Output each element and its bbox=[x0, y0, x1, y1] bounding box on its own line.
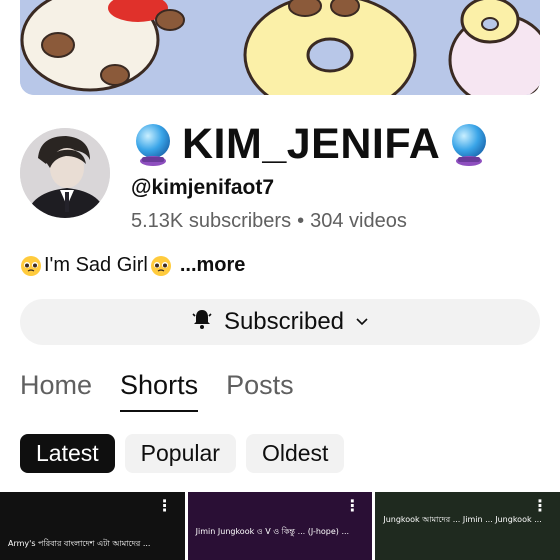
tab-posts[interactable]: Posts bbox=[226, 366, 294, 414]
subscribed-label: Subscribed bbox=[223, 308, 345, 335]
more-link[interactable]: ...more bbox=[180, 254, 246, 277]
chip-popular[interactable]: Popular bbox=[124, 434, 236, 473]
more-options-icon[interactable]: ⋮ bbox=[157, 499, 173, 515]
subscriber-count: 5.13K subscribers bbox=[131, 210, 292, 232]
shorts-grid: ⋮ Army's পরিবার বাংলাদেশ এটা আমাদের ... … bbox=[0, 492, 560, 560]
pleading-face-icon bbox=[20, 255, 42, 277]
channel-name: KIM_JENIFA bbox=[182, 119, 441, 168]
chevron-down-icon bbox=[354, 308, 370, 336]
channel-description[interactable]: I'm Sad Girl ...more bbox=[20, 254, 245, 277]
crystal-ball-icon bbox=[446, 121, 492, 167]
tab-shorts[interactable]: Shorts bbox=[120, 366, 199, 414]
channel-banner bbox=[20, 0, 540, 95]
channel-tabs: Home Shorts Posts bbox=[20, 366, 294, 416]
chip-oldest[interactable]: Oldest bbox=[245, 434, 345, 473]
channel-handle: @kimjenifaot7 bbox=[131, 176, 275, 199]
more-options-icon[interactable]: ⋮ bbox=[344, 499, 360, 515]
subscribed-button[interactable]: Subscribed bbox=[20, 299, 540, 345]
short-caption: Army's পরিবার বাংলাদেশ এটা আমাদের ... bbox=[8, 539, 151, 548]
bell-icon bbox=[190, 307, 214, 338]
short-thumbnail[interactable]: ⋮ Jimin Jungkook ও V ও কিন্তু ... (J-hop… bbox=[187, 492, 373, 560]
stats-separator: • bbox=[297, 210, 305, 232]
pleading-face-icon bbox=[150, 255, 172, 277]
more-options-icon[interactable]: ⋮ bbox=[532, 499, 548, 515]
channel-avatar[interactable] bbox=[20, 128, 110, 218]
chip-latest[interactable]: Latest bbox=[20, 434, 115, 473]
tab-home[interactable]: Home bbox=[20, 366, 92, 414]
channel-stats: 5.13K subscribers • 304 videos bbox=[131, 210, 407, 233]
crystal-ball-icon bbox=[130, 121, 176, 167]
sort-chips: Latest Popular Oldest bbox=[20, 434, 345, 473]
channel-title-row: KIM_JENIFA bbox=[130, 114, 492, 174]
bio-text: I'm Sad Girl bbox=[44, 254, 148, 276]
short-thumbnail[interactable]: ⋮ Jungkook আমাদের ... Jimin ... Jungkook… bbox=[375, 492, 560, 560]
short-caption: Jimin Jungkook ও V ও কিন্তু ... (J-hope)… bbox=[195, 527, 350, 536]
short-thumbnail[interactable]: ⋮ Army's পরিবার বাংলাদেশ এটা আমাদের ... bbox=[0, 492, 185, 560]
short-caption: Jungkook আমাদের ... Jimin ... Jungkook .… bbox=[383, 515, 542, 524]
video-count: 304 videos bbox=[310, 210, 407, 232]
